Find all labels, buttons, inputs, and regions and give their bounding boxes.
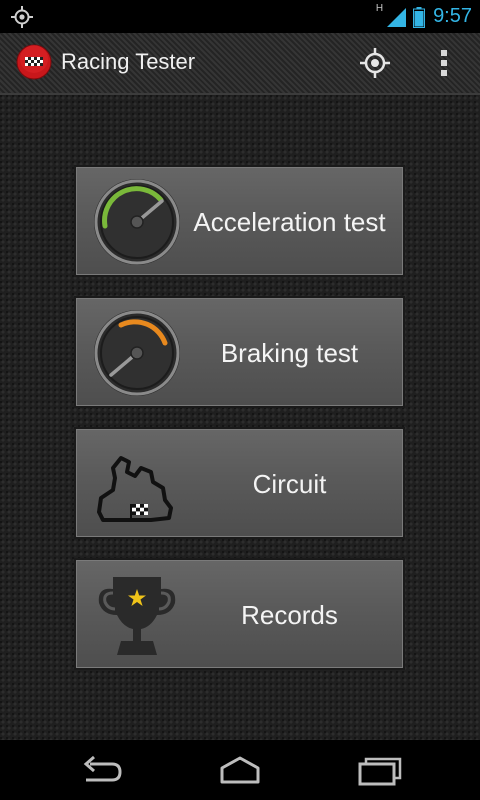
status-indicators: H 9:57 (376, 0, 472, 33)
status-bar: H 9:57 (0, 0, 480, 33)
main-menu-area: Acceleration test Braking test Circuit R… (0, 95, 480, 740)
speedometer-orange-icon (94, 310, 180, 396)
acceleration-test-button[interactable]: Acceleration test (76, 167, 403, 275)
battery-icon (413, 6, 426, 28)
circuit-button[interactable]: Circuit (76, 429, 403, 537)
speedometer-green-icon (94, 179, 180, 265)
locate-icon[interactable] (358, 46, 392, 80)
records-button[interactable]: Records (76, 560, 403, 668)
network-type: H (375, 3, 384, 14)
gps-icon (11, 6, 33, 28)
navigation-bar (0, 740, 480, 800)
circuit-label: Circuit (252, 468, 327, 499)
braking-test-button[interactable]: Braking test (76, 298, 403, 406)
home-icon[interactable] (216, 752, 264, 788)
acceleration-test-label: Acceleration test (193, 206, 386, 237)
overflow-menu-icon[interactable] (430, 45, 458, 81)
app-title: Racing Tester (61, 49, 196, 74)
race-track-icon (97, 456, 173, 522)
back-icon[interactable] (76, 752, 124, 788)
signal-icon (387, 7, 407, 27)
recent-apps-icon[interactable] (356, 752, 404, 788)
action-bar: Racing Tester (0, 33, 480, 95)
records-label: Records (241, 599, 338, 630)
trophy-icon (98, 577, 176, 655)
braking-test-label: Braking test (220, 337, 359, 368)
status-time: 9:57 (433, 5, 472, 27)
checkered-flag-logo-icon[interactable] (16, 44, 52, 80)
